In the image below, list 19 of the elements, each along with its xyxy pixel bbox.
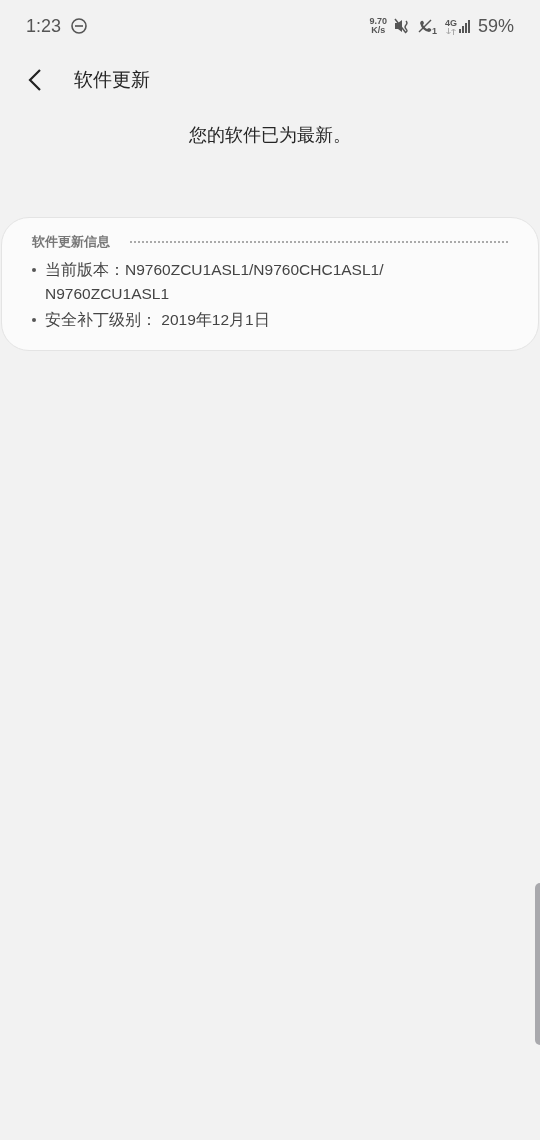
section-heading: 软件更新信息	[32, 233, 110, 251]
do-not-disturb-icon	[71, 18, 88, 34]
network-speed: 9.70	[369, 17, 387, 26]
mute-icon	[393, 18, 410, 34]
status-time: 1:23	[26, 14, 62, 38]
back-icon	[28, 69, 42, 91]
page-title: 软件更新	[74, 67, 150, 92]
signal-icon	[458, 19, 473, 33]
info-item: 当前版本：N9760ZCU1ASL1/N9760CHC1ASL1/ N9760ZCU1ASL1	[45, 259, 385, 304]
bullet-icon	[32, 317, 36, 322]
phone-off-icon	[417, 19, 432, 33]
status-message: 您的软件已为最新。	[189, 124, 351, 147]
network-type: 4G	[444, 17, 457, 28]
data-arrows-icon	[445, 27, 456, 35]
sim-number: 1	[431, 24, 437, 38]
bullet-icon	[32, 267, 36, 272]
info-item: 安全补丁级别： 2019年12月1日	[45, 309, 271, 330]
battery-percent: 59%	[477, 14, 514, 38]
network-speed-unit: K/s	[371, 26, 386, 35]
